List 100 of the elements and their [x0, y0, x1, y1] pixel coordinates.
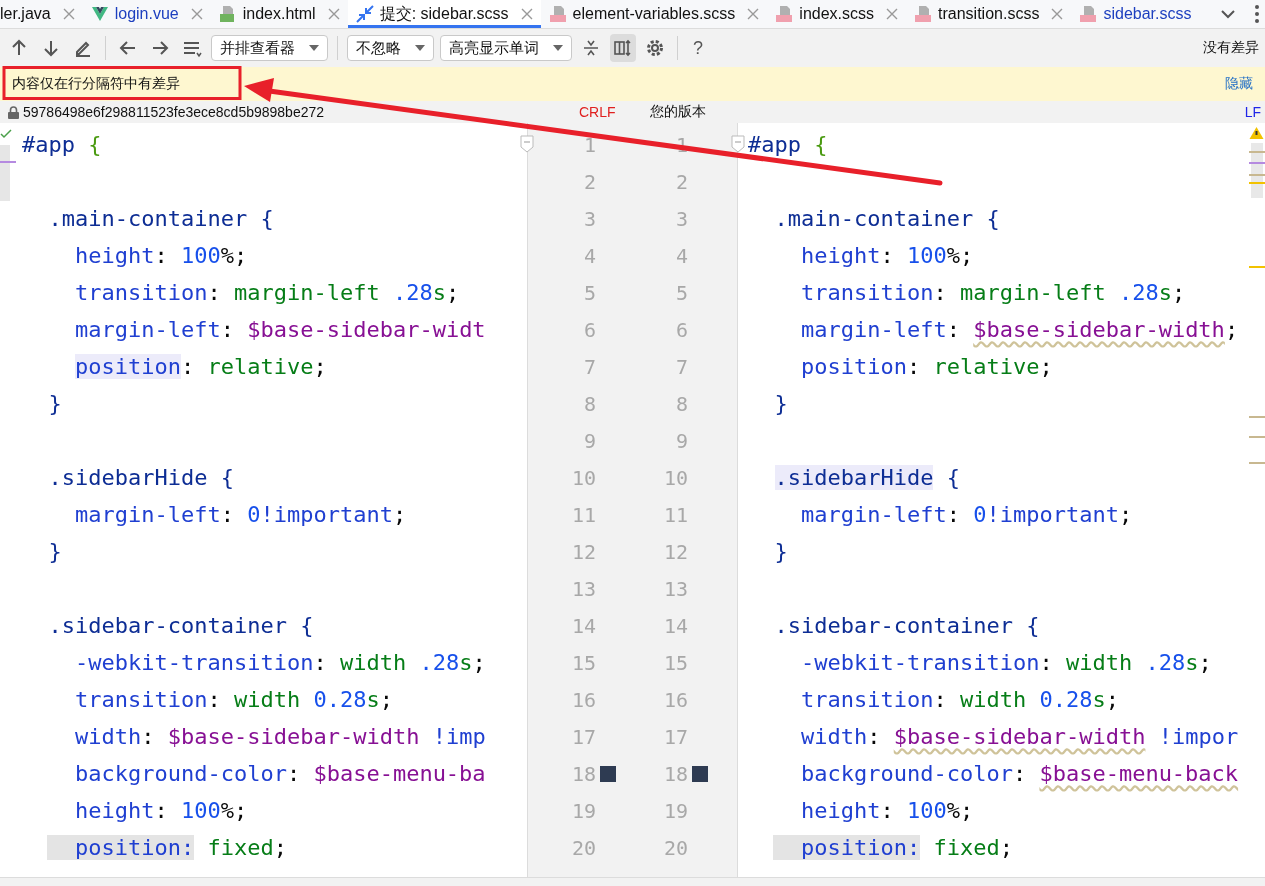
- line-number: 2: [674, 169, 688, 194]
- line-number: 14: [662, 613, 688, 638]
- more-icon[interactable]: [1255, 5, 1259, 23]
- line-number: 9: [582, 428, 596, 453]
- code-line: #app {: [748, 130, 828, 159]
- code-line: transition: width 0.28s;: [800, 685, 1119, 714]
- code-line: }: [47, 537, 62, 566]
- line-number: 16: [662, 687, 688, 712]
- caret-icon: [553, 45, 563, 51]
- close-icon[interactable]: [747, 8, 760, 20]
- html-file-icon: [218, 5, 237, 23]
- code-line: position: fixed;: [22, 832, 287, 863]
- sass-file-icon: [914, 5, 933, 23]
- close-icon[interactable]: [190, 8, 203, 20]
- hide-link[interactable]: 隐藏: [1225, 75, 1253, 93]
- line-number: 6: [674, 317, 688, 342]
- line-number: 12: [570, 539, 596, 564]
- line-number: 3: [674, 206, 688, 231]
- code-line: width: $base-sidebar-width !imp: [74, 722, 486, 751]
- line-number: 20: [570, 835, 596, 860]
- notice-text: 内容仅在行分隔符中有差异: [12, 75, 180, 93]
- line-number: 6: [582, 317, 596, 342]
- lock-icon: [8, 105, 19, 119]
- code-line: position: fixed;: [748, 832, 1013, 863]
- code-line: transition: margin-left .28s;: [800, 278, 1186, 307]
- diff-status: 没有差异: [1203, 39, 1259, 57]
- editor-tab[interactable]: sidebar.scss: [1071, 0, 1200, 28]
- line-number: 15: [570, 650, 596, 675]
- sass-file-icon: [775, 5, 794, 23]
- help-button[interactable]: ?: [687, 37, 709, 59]
- close-icon[interactable]: [886, 8, 899, 20]
- line-number: 1: [582, 132, 596, 157]
- line-number: 13: [662, 576, 688, 601]
- line-number: 11: [570, 502, 596, 527]
- editor-tab[interactable]: index.scss: [767, 0, 907, 28]
- editor-tab[interactable]: transition.scss: [906, 0, 1072, 28]
- code-line: position: relative;: [800, 352, 1053, 381]
- vue-icon: [90, 5, 109, 23]
- code-line: transition: width 0.28s;: [74, 685, 393, 714]
- sass-file-icon: [1079, 5, 1098, 23]
- code-line: transition: margin-left .28s;: [74, 278, 460, 307]
- line-number: 15: [662, 650, 688, 675]
- line-number: 8: [674, 391, 688, 416]
- code-line: -webkit-transition: width .28s;: [74, 648, 486, 677]
- sass-file-icon: [548, 5, 567, 23]
- line-number: 7: [674, 354, 688, 379]
- line-number: 19: [662, 798, 688, 823]
- line-number: 12: [662, 539, 688, 564]
- line-number: 16: [570, 687, 596, 712]
- close-icon[interactable]: [327, 8, 340, 20]
- line-number: 14: [570, 613, 596, 638]
- code-line: margin-left: $base-sidebar-widt: [74, 315, 486, 344]
- code-line: background-color: $base-menu-ba: [74, 759, 486, 788]
- line-number: 4: [674, 243, 688, 268]
- line-number: 20: [662, 835, 688, 860]
- line-number: 13: [570, 576, 596, 601]
- code-line: margin-left: $base-sidebar-width;: [800, 315, 1239, 344]
- editor-tab[interactable]: index.html: [210, 0, 348, 28]
- editor-tab[interactable]: login.vue: [82, 0, 211, 28]
- line-number: 17: [662, 724, 688, 749]
- line-separator-label[interactable]: CRLF: [579, 104, 616, 120]
- editor-tab[interactable]: ler.java: [0, 0, 83, 28]
- line-number: 18: [570, 761, 596, 786]
- editor-tab[interactable]: 提交: sidebar.scss: [347, 0, 541, 28]
- code-line: .sidebarHide {: [773, 463, 960, 492]
- line-number: 5: [674, 280, 688, 305]
- code-line: background-color: $base-menu-back: [800, 759, 1239, 788]
- dropdown[interactable]: 高亮显示单词: [440, 35, 572, 61]
- line-number: 5: [582, 280, 596, 305]
- code-line: .sidebar-container {: [773, 611, 1040, 640]
- code-line: #app {: [22, 130, 102, 159]
- close-icon[interactable]: [62, 8, 75, 20]
- code-line: width: $base-sidebar-width !impor: [800, 722, 1239, 751]
- code-line: margin-left: 0!important;: [800, 500, 1133, 529]
- diff-icon: [355, 5, 374, 23]
- line-number: 18: [662, 761, 688, 786]
- code-line: -webkit-transition: width .28s;: [800, 648, 1212, 677]
- revision-hash: 59786498e6f298811523fe3ece8cd5b9898be272: [23, 104, 325, 120]
- line-number: 3: [582, 206, 596, 231]
- horizontal-scrollbar[interactable]: [0, 877, 1265, 886]
- dropdown[interactable]: 并排查看器: [211, 35, 328, 61]
- close-icon[interactable]: [520, 8, 533, 20]
- line-separator-label[interactable]: LF: [1244, 104, 1265, 120]
- code-line: }: [47, 389, 62, 418]
- version-title: 您的版本: [650, 103, 706, 121]
- editor-tab[interactable]: element-variables.scss: [540, 0, 768, 28]
- line-number: 10: [570, 465, 596, 490]
- code-line: .sidebar-container {: [47, 611, 314, 640]
- caret-icon: [415, 45, 425, 51]
- line-number: 2: [582, 169, 596, 194]
- code-line: .main-container {: [47, 204, 274, 233]
- dropdown[interactable]: 不忽略: [347, 35, 434, 61]
- code-line: height: 100%;: [74, 241, 248, 270]
- side-by-side-icon[interactable]: [610, 34, 636, 62]
- code-line: .main-container {: [773, 204, 1000, 233]
- code-line: height: 100%;: [800, 241, 974, 270]
- close-icon[interactable]: [1051, 8, 1064, 20]
- chevron-down-icon[interactable]: [1221, 9, 1235, 19]
- code-line: }: [773, 537, 788, 566]
- line-number: 11: [662, 502, 688, 527]
